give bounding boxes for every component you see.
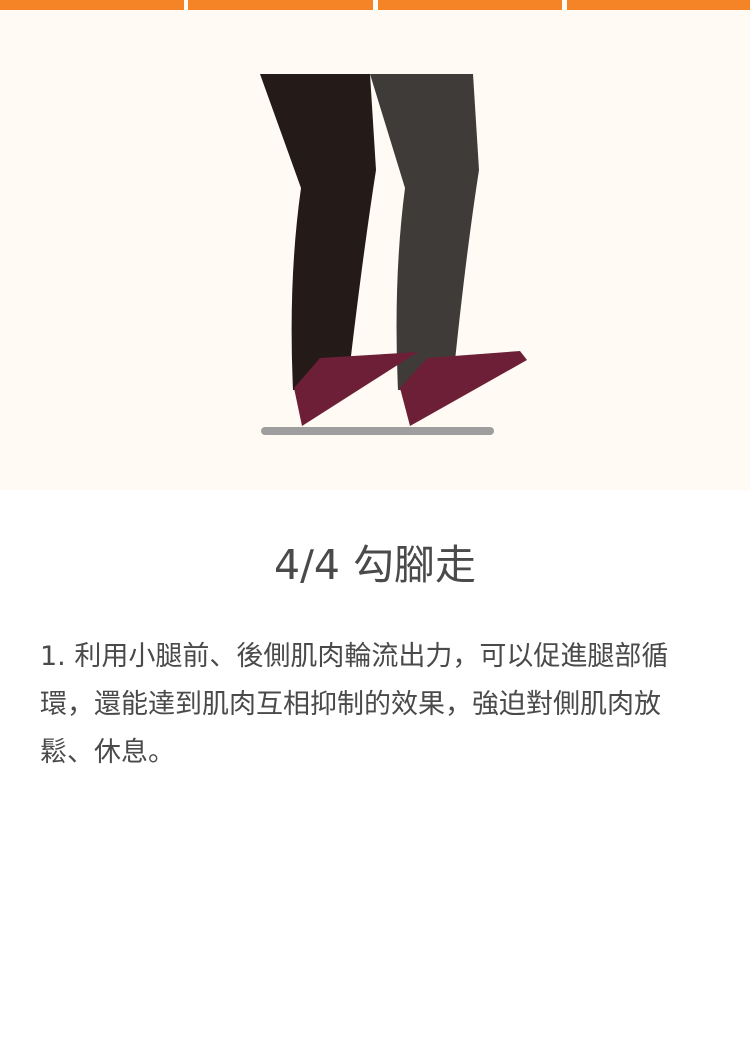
progress-segment-3: [378, 0, 562, 10]
progress-segment-1: [0, 0, 184, 10]
front-leg: [260, 74, 376, 390]
progress-segment-2: [188, 0, 373, 10]
step-title: 4/4 勾腳走: [273, 541, 477, 589]
legs-flexed-feet-walking-illustration: [260, 74, 527, 435]
step-description: 1. 利用小腿前、後側肌肉輪流出力，可以促進腿部循環，還能達到肌肉互相抑制的效果…: [40, 641, 669, 768]
step-progress-bar: [0, 0, 750, 10]
exercise-illustration: [0, 10, 750, 490]
back-leg: [370, 74, 479, 390]
progress-segment-4: [567, 0, 750, 10]
